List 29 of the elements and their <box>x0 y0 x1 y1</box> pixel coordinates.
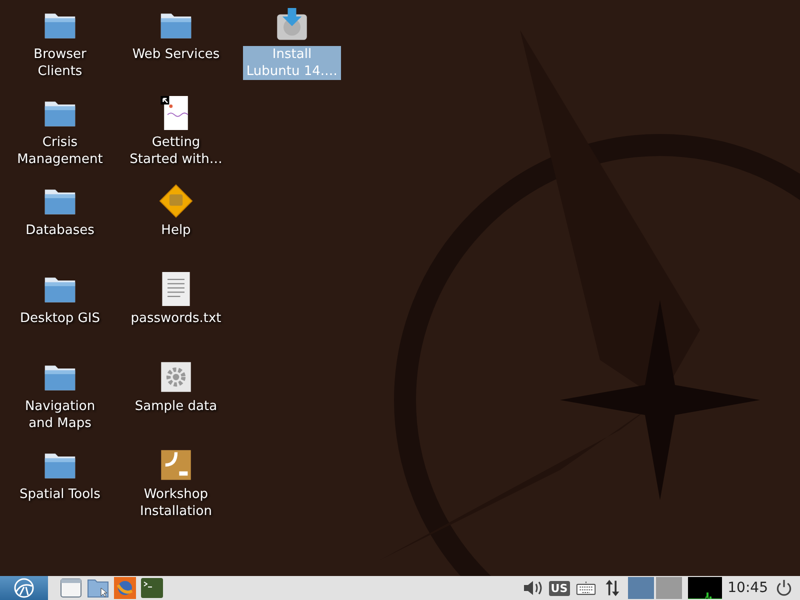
gear-icon[interactable] <box>159 360 193 394</box>
power-icon[interactable] <box>774 579 794 597</box>
keyboard-layout-indicator[interactable]: US <box>548 580 570 596</box>
cpu-monitor-graph <box>688 577 722 599</box>
icon-label[interactable]: Workshop Installation <box>125 486 227 520</box>
icon-label[interactable]: Desktop GIS <box>18 310 102 327</box>
icon-label[interactable]: passwords.txt <box>128 310 224 327</box>
browser-icon[interactable] <box>114 577 136 599</box>
icon-label[interactable]: Help <box>159 222 193 239</box>
package-icon[interactable] <box>159 448 193 482</box>
icon-label[interactable]: Spatial Tools <box>18 486 102 503</box>
icon-label[interactable]: Browser Clients <box>9 46 111 80</box>
workspace-switcher[interactable] <box>628 577 654 599</box>
clock[interactable]: 10:45 <box>728 580 768 596</box>
icon-label[interactable]: Sample data <box>132 398 220 415</box>
installer-icon[interactable] <box>275 8 309 42</box>
workspace-switcher[interactable] <box>656 577 682 599</box>
window-icon[interactable] <box>60 577 82 599</box>
icon-label[interactable]: Navigation and Maps <box>9 398 111 432</box>
icon-label[interactable]: Databases <box>24 222 96 239</box>
help-icon[interactable] <box>159 184 193 218</box>
start-menu-button[interactable] <box>0 576 48 600</box>
text-file-icon[interactable] <box>159 272 193 306</box>
icon-label[interactable]: Getting Started with… <box>125 134 227 168</box>
terminal-icon[interactable] <box>141 577 163 599</box>
icon-label[interactable]: Crisis Management <box>9 134 111 168</box>
icon-label[interactable]: Web Services <box>130 46 222 63</box>
keyboard-icon[interactable] <box>576 579 596 597</box>
volume-icon[interactable] <box>522 579 543 597</box>
